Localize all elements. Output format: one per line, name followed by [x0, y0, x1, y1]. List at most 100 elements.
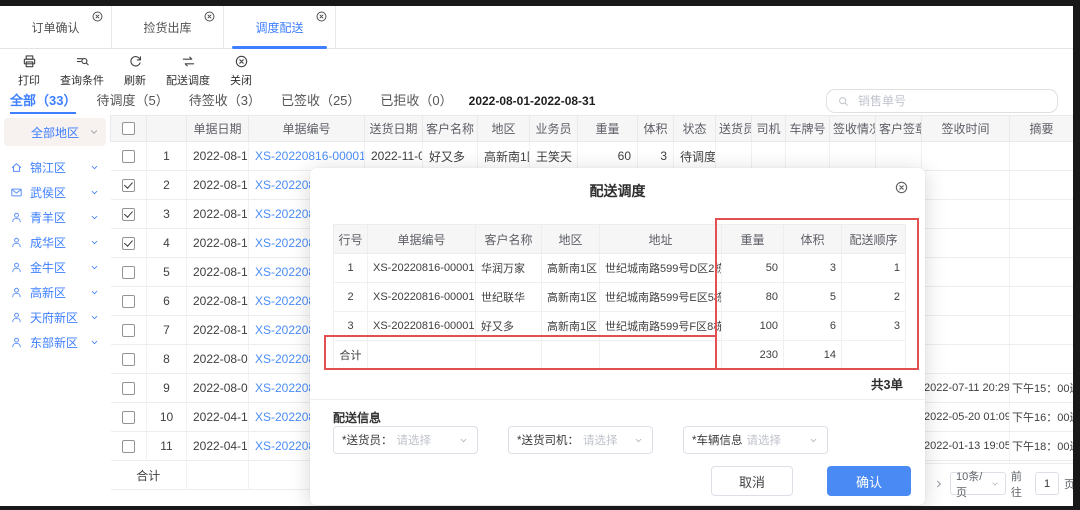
cell: 2022-08-08 [187, 374, 249, 403]
chevron-down-icon[interactable] [89, 212, 100, 223]
page-size-select[interactable]: 10条/页 [950, 472, 1006, 495]
row-checkbox[interactable] [122, 295, 135, 308]
cell: 80 [722, 283, 784, 312]
cell: 王笑天 [530, 142, 578, 171]
modal-footer: 取消 确认 [711, 466, 911, 496]
total-label-cell: 合计 [334, 341, 368, 370]
filter-tab-signed[interactable]: 已签收（25） [281, 90, 360, 114]
vehicle-select[interactable]: *车辆信息请选择 [683, 426, 828, 454]
cell [600, 341, 722, 370]
column-header: 业务员 [530, 116, 578, 142]
row-checkbox[interactable] [122, 179, 135, 192]
next-page-icon[interactable] [933, 478, 945, 490]
filter-tab-pending-dispatch[interactable]: 待调度（5） [96, 90, 168, 114]
dispatch-schedule-button[interactable]: 配送调度 [166, 48, 210, 88]
refresh-button[interactable]: 刷新 [124, 48, 146, 88]
close-icon[interactable] [315, 10, 328, 23]
deliverer-select[interactable]: *送货员：请选择 [333, 426, 478, 454]
page-number-input[interactable] [1035, 472, 1059, 495]
delivery-info-label: 配送信息 [333, 409, 381, 426]
column-header: 体积 [638, 116, 674, 142]
row-checkbox[interactable] [122, 237, 135, 250]
cancel-button[interactable]: 取消 [711, 466, 793, 496]
sidebar-item-tianfu-new[interactable]: 天府新区 [0, 305, 110, 330]
date-range-label: 2022-08-01-2022-08-31 [469, 94, 596, 110]
cell: 3 [638, 142, 674, 171]
filter-tab-pending-sign[interactable]: 待签收（3） [189, 90, 261, 114]
filter-tab-all[interactable]: 全部（33） [10, 90, 76, 114]
cell: 3 [842, 312, 906, 341]
column-header: 行号 [334, 225, 368, 254]
sidebar-item-jinniu[interactable]: 金牛区 [0, 255, 110, 280]
cell: 2022-11-07 [365, 142, 423, 171]
row-checkbox[interactable] [122, 353, 135, 366]
sidebar-item-label: 东部新区 [30, 334, 78, 351]
cell [922, 258, 1010, 287]
select-label: *车辆信息 [692, 432, 742, 448]
row-checkbox[interactable] [122, 440, 135, 453]
sidebar-item-jinjiang[interactable]: 锦江区 [0, 155, 110, 180]
tab-label: 捡货出库 [143, 19, 191, 36]
tab-picking-outbound[interactable]: 捡货出库 [112, 6, 224, 48]
sidebar-item-qingyang[interactable]: 青羊区 [0, 205, 110, 230]
doc-number-link[interactable]: XS-20220816-000018 [255, 149, 365, 163]
sidebar-item-wuhou[interactable]: 武侯区 [0, 180, 110, 205]
table-row: 12022-08-16XS-20220816-0000182022-11-07好… [111, 142, 1074, 171]
row-checkbox[interactable] [122, 266, 135, 279]
sidebar-header-all-regions[interactable]: 全部地区 [4, 118, 106, 146]
chevron-down-icon[interactable] [89, 312, 100, 323]
column-header: 地区 [478, 116, 530, 142]
chevron-down-icon[interactable] [89, 337, 100, 348]
row-checkbox[interactable] [122, 382, 135, 395]
total-label-cell: 合计 [111, 461, 187, 490]
close-button[interactable]: 关闭 [230, 48, 252, 88]
cell: 2022-04-11 [187, 403, 249, 432]
cell: 待调度 [674, 142, 716, 171]
confirm-button[interactable]: 确认 [827, 466, 911, 496]
cell: 2022-08-16 [187, 200, 249, 229]
chevron-down-icon[interactable] [89, 187, 100, 198]
close-icon[interactable] [203, 10, 216, 23]
cell: 下午15：00送货 [1010, 374, 1074, 403]
goto-label: 前往 [1011, 468, 1030, 500]
print-button[interactable]: 打印 [18, 48, 40, 88]
row-checkbox[interactable] [122, 208, 135, 221]
cell: XS-20220816-000015 [368, 312, 476, 341]
sidebar-item-gaoxin[interactable]: 高新区 [0, 280, 110, 305]
driver-select[interactable]: *送货司机：请选择 [508, 426, 653, 454]
table-row: 2XS-20220816-000016世纪联华高新南1区世纪城南路599号E区5… [334, 283, 906, 312]
chevron-down-icon[interactable] [89, 287, 100, 298]
tab-dispatch-delivery[interactable]: 调度配送 [224, 6, 336, 48]
chevron-down-icon[interactable] [89, 162, 100, 173]
chevron-down-icon[interactable] [89, 237, 100, 248]
cell-row-number: 6 [147, 287, 187, 316]
cell [830, 142, 876, 171]
search-input[interactable] [856, 93, 1047, 109]
cell [922, 287, 1010, 316]
chevron-down-icon[interactable] [89, 262, 100, 273]
column-header: 重量 [722, 225, 784, 254]
cell: 世纪城南路599号D区2栋 [600, 254, 722, 283]
row-checkbox[interactable] [122, 150, 135, 163]
query-conditions-button[interactable]: 查询条件 [60, 48, 104, 88]
cell [1010, 258, 1074, 287]
cell: 2022-08-16 [187, 142, 249, 171]
close-icon[interactable] [894, 180, 909, 195]
sidebar-item-eastern-new[interactable]: 东部新区 [0, 330, 110, 355]
cell: 2022-05-20 01:09 [922, 403, 1010, 432]
cell: 下午18：00送货 [1010, 432, 1074, 461]
filter-tab-rejected[interactable]: 已拒收（0） [380, 90, 452, 114]
sidebar-item-chenghua[interactable]: 成华区 [0, 230, 110, 255]
search-box[interactable] [826, 89, 1058, 113]
toolbar-item-label: 刷新 [124, 72, 146, 88]
row-checkbox[interactable] [122, 324, 135, 337]
close-icon[interactable] [91, 10, 104, 23]
select-all-checkbox[interactable] [122, 122, 135, 135]
cell: 2 [334, 283, 368, 312]
cell-row-number: 5 [147, 258, 187, 287]
tab-order-confirm[interactable]: 订单确认 [0, 6, 112, 48]
cell: 50 [722, 254, 784, 283]
person-icon [10, 236, 23, 249]
row-checkbox[interactable] [122, 411, 135, 424]
cell-row-number: 10 [147, 403, 187, 432]
